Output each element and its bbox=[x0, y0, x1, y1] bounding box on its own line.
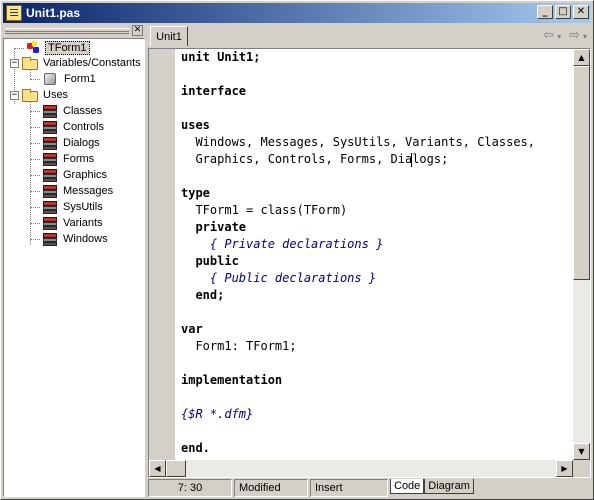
code-line: Windows, Messages, SysUtils, Variants, C… bbox=[181, 135, 536, 149]
ide-window: Unit1.pas _ □ ✕ ✕ TForm1 − Variables/Con… bbox=[0, 0, 594, 500]
code-line: unit Unit1; bbox=[181, 50, 261, 64]
unit-library-icon bbox=[42, 232, 58, 246]
scroll-down-button[interactable]: ▼ bbox=[573, 443, 590, 460]
code-editor: Unit1 ⇦ ▾ ⇨ ▾ unit Unit1; interface uses… bbox=[148, 25, 591, 497]
tree-node-label: Classes bbox=[63, 105, 103, 117]
collapse-toggle[interactable]: − bbox=[10, 59, 19, 68]
tree-node-variables-constants[interactable]: Variables/Constants bbox=[22, 55, 143, 71]
variable-icon bbox=[44, 73, 56, 85]
tree-node-label: Form1 bbox=[64, 73, 96, 85]
title-bar: Unit1.pas _ □ ✕ bbox=[3, 3, 591, 23]
unit-library-icon bbox=[42, 216, 58, 230]
code-line: {$R *.dfm} bbox=[181, 407, 254, 421]
code-line: uses bbox=[181, 118, 210, 132]
vertical-scrollbar[interactable]: ▲ ▼ bbox=[573, 49, 590, 460]
forward-dropdown-icon[interactable]: ▾ bbox=[583, 32, 587, 43]
horizontal-scrollbar[interactable]: ◀ ▶ bbox=[149, 460, 573, 477]
scroll-up-button[interactable]: ▲ bbox=[573, 49, 590, 66]
text-caret bbox=[411, 153, 412, 167]
maximize-button[interactable]: □ bbox=[555, 5, 571, 19]
code-line: { Private declarations } bbox=[181, 237, 384, 251]
minimize-button[interactable]: _ bbox=[537, 5, 553, 19]
scroll-left-button[interactable]: ◀ bbox=[149, 460, 166, 477]
code-line: public bbox=[181, 254, 239, 268]
tree-node-dialogs[interactable]: Dialogs bbox=[42, 135, 102, 151]
tree-node-label: Windows bbox=[63, 233, 108, 245]
tree-node-label: Graphics bbox=[63, 169, 108, 181]
back-dropdown-icon[interactable]: ▾ bbox=[557, 32, 561, 43]
tree-node-label: TForm1 bbox=[45, 41, 90, 55]
code-explorer: ✕ TForm1 − Variables/Constants Form1 − U… bbox=[3, 25, 145, 497]
code-line: var bbox=[181, 322, 203, 336]
code-line: end; bbox=[181, 288, 225, 302]
code-line: private bbox=[181, 220, 247, 234]
unit-library-icon bbox=[42, 152, 58, 166]
folder-icon bbox=[22, 56, 38, 70]
tree-node-sysutils[interactable]: SysUtils bbox=[42, 199, 105, 215]
tree-node-label: SysUtils bbox=[63, 201, 103, 213]
unit-library-icon bbox=[42, 120, 58, 134]
code-area: unit Unit1; interface uses Windows, Mess… bbox=[148, 48, 591, 478]
code-line: end. bbox=[181, 441, 210, 455]
code-text[interactable]: unit Unit1; interface uses Windows, Mess… bbox=[177, 49, 573, 460]
tree-node-label: Variables/Constants bbox=[43, 57, 141, 69]
tree-node-messages[interactable]: Messages bbox=[42, 183, 115, 199]
window-title: Unit1.pas bbox=[26, 6, 81, 20]
code-line: TForm1 = class(TForm) bbox=[181, 203, 348, 217]
cursor-position: 7: 30 bbox=[148, 479, 232, 497]
view-tabs: Code Diagram bbox=[390, 479, 474, 497]
unit-library-icon bbox=[42, 168, 58, 182]
scroll-corner bbox=[573, 460, 590, 477]
tree-node-label: Dialogs bbox=[63, 137, 100, 149]
tree-node-forms[interactable]: Forms bbox=[42, 151, 96, 167]
code-line: interface bbox=[181, 84, 247, 98]
folder-icon bbox=[22, 88, 38, 102]
explorer-header: ✕ bbox=[3, 25, 145, 37]
code-line: Graphics, Controls, Forms, Dialogs; bbox=[181, 152, 449, 166]
drag-grip[interactable] bbox=[5, 28, 129, 34]
tab-diagram[interactable]: Diagram bbox=[424, 479, 474, 494]
code-line: type bbox=[181, 186, 210, 200]
tree-node-label: Uses bbox=[43, 89, 69, 101]
tree-node-label: Variants bbox=[63, 217, 103, 229]
collapse-toggle[interactable]: − bbox=[10, 91, 19, 100]
unit-library-icon bbox=[42, 136, 58, 150]
scroll-right-button[interactable]: ▶ bbox=[556, 460, 573, 477]
unit-library-icon bbox=[42, 104, 58, 118]
navigation-buttons: ⇦ ▾ ⇨ ▾ bbox=[543, 28, 587, 43]
explorer-tree: TForm1 − Variables/Constants Form1 − Use… bbox=[3, 38, 145, 497]
tree-node-label: Messages bbox=[63, 185, 114, 197]
unit-class-icon bbox=[26, 41, 42, 55]
tree-node-classes[interactable]: Classes bbox=[42, 103, 104, 119]
explorer-close-button[interactable]: ✕ bbox=[132, 25, 143, 36]
tree-node-label: Forms bbox=[63, 153, 95, 165]
tree-node-controls[interactable]: Controls bbox=[42, 119, 106, 135]
unit-library-icon bbox=[42, 200, 58, 214]
code-line: { Public declarations } bbox=[181, 271, 377, 285]
tree-node-variants[interactable]: Variants bbox=[42, 215, 105, 231]
insert-mode-status: Insert bbox=[310, 479, 388, 497]
tree-node-windows[interactable]: Windows bbox=[42, 231, 110, 247]
horizontal-scroll-thumb[interactable] bbox=[166, 460, 186, 477]
unit-library-icon bbox=[42, 184, 58, 198]
tree-node-uses[interactable]: Uses bbox=[22, 87, 70, 103]
close-button[interactable]: ✕ bbox=[573, 5, 589, 19]
back-arrow-icon[interactable]: ⇦ bbox=[543, 28, 554, 43]
modified-status: Modified bbox=[234, 479, 308, 497]
tab-unit1[interactable]: Unit1 bbox=[150, 26, 188, 46]
code-line: implementation bbox=[181, 373, 283, 387]
tree-node-graphics[interactable]: Graphics bbox=[42, 167, 109, 183]
code-line: Form1: TForm1; bbox=[181, 339, 297, 353]
vertical-scroll-thumb[interactable] bbox=[573, 66, 590, 280]
tree-node-tform1[interactable]: TForm1 bbox=[26, 40, 90, 56]
tab-code[interactable]: Code bbox=[390, 479, 425, 494]
tree-node-form1[interactable]: Form1 bbox=[44, 71, 98, 87]
unit-file-icon bbox=[6, 5, 22, 21]
status-bar: 7: 30 Modified Insert Code Diagram bbox=[148, 479, 591, 497]
editor-tab-bar: Unit1 ⇦ ▾ ⇨ ▾ bbox=[148, 25, 591, 47]
editor-gutter bbox=[149, 49, 176, 460]
forward-arrow-icon[interactable]: ⇨ bbox=[569, 28, 580, 43]
tree-node-label: Controls bbox=[63, 121, 104, 133]
